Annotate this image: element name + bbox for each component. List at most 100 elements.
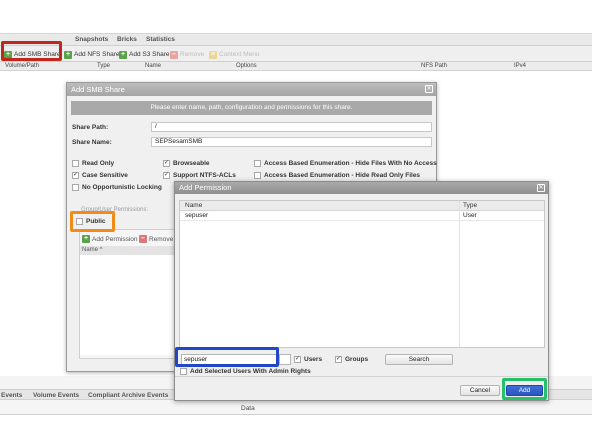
tab-compliant-archive-events[interactable]: Compliant Archive Events bbox=[88, 392, 168, 399]
abe-hide-read-only-label: Access Based Enumeration - Hide Read Onl… bbox=[264, 172, 421, 179]
add-permission-label: Add Permission bbox=[92, 235, 138, 243]
abe-hide-no-access-checkbox[interactable]: Access Based Enumeration - Hide Files Wi… bbox=[254, 160, 437, 167]
dialog-title-bar: Add Permission ✕ bbox=[175, 182, 548, 194]
case-sensitive-checkbox[interactable]: ✓ Case Sensitive bbox=[72, 172, 128, 179]
search-field-extension bbox=[279, 354, 291, 365]
plus-icon: + bbox=[119, 50, 127, 59]
abe-hide-no-access-label: Access Based Enumeration - Hide Files Wi… bbox=[264, 160, 437, 167]
browseable-label: Browseable bbox=[173, 160, 210, 167]
table-header: Name Type bbox=[180, 201, 544, 211]
remove-permission-label: Remove bbox=[149, 235, 174, 243]
cancel-button[interactable]: Cancel bbox=[460, 385, 500, 396]
add-nfs-share-button[interactable]: + Add NFS Share bbox=[64, 49, 120, 60]
tab-snapshots[interactable]: Snapshots bbox=[75, 36, 108, 43]
add-s3-share-button[interactable]: + Add S3 Share bbox=[119, 49, 169, 60]
checkmark-icon: ✓ bbox=[163, 160, 170, 167]
column-options[interactable]: Options bbox=[236, 63, 257, 69]
close-icon[interactable]: ✕ bbox=[537, 184, 545, 192]
minus-icon: – bbox=[139, 235, 147, 243]
dialog-title: Add SMB Share bbox=[71, 85, 125, 94]
plus-icon: + bbox=[64, 50, 72, 59]
column-divider bbox=[459, 201, 460, 349]
users-label: Users bbox=[304, 356, 323, 363]
row-name: sepuser bbox=[185, 212, 209, 219]
no-oplocks-label: No Opportunistic Locking bbox=[82, 184, 162, 191]
checkbox-box bbox=[72, 184, 79, 191]
tab-events[interactable]: Events bbox=[1, 392, 22, 399]
checkmark-icon: ✓ bbox=[294, 356, 301, 363]
groups-label: Groups bbox=[345, 356, 369, 363]
ntfs-acls-checkbox[interactable]: ✓ Support NTFS-ACLs bbox=[163, 172, 236, 179]
share-name-label: Share Name: bbox=[72, 139, 112, 146]
remove-button[interactable]: – Remove bbox=[170, 49, 204, 60]
admin-rights-checkbox[interactable]: Add Selected Users With Admin Rights bbox=[180, 368, 311, 375]
menu-icon: ≡ bbox=[209, 50, 217, 59]
close-icon[interactable]: ✕ bbox=[425, 85, 433, 93]
share-path-field[interactable]: / bbox=[151, 122, 432, 132]
plus-icon: + bbox=[4, 50, 12, 59]
checkmark-icon: ✓ bbox=[335, 356, 342, 363]
tab-statistics[interactable]: Statistics bbox=[146, 36, 175, 43]
share-path-label: Share Path: bbox=[72, 124, 109, 131]
checkmark-icon: ✓ bbox=[163, 172, 170, 179]
permissions-list bbox=[80, 255, 176, 355]
divider bbox=[175, 376, 548, 377]
user-search-input[interactable]: sepuser bbox=[181, 354, 289, 365]
add-s3-share-label: Add S3 Share bbox=[129, 51, 170, 58]
column-ipv4[interactable]: IPv4 bbox=[514, 63, 526, 69]
permission-results-table: Name Type sepuser User bbox=[179, 200, 545, 349]
groups-checkbox[interactable]: ✓ Groups bbox=[335, 356, 368, 363]
checkbox-box bbox=[254, 172, 261, 179]
add-smb-share-label: Add SMB Share bbox=[14, 51, 61, 58]
search-button[interactable]: Search bbox=[385, 354, 453, 365]
group-permissions-label: Group/User Permissions: bbox=[81, 207, 149, 213]
users-checkbox[interactable]: ✓ Users bbox=[294, 356, 322, 363]
context-menu-label: Context Menu bbox=[219, 51, 260, 58]
data-column-label: Data bbox=[241, 405, 255, 412]
top-tab-bar: Snapshots Bricks Statistics bbox=[0, 34, 592, 46]
remove-permission-button[interactable]: – Remove bbox=[139, 235, 173, 243]
tab-bricks[interactable]: Bricks bbox=[117, 36, 137, 43]
info-banner: Please enter name, path, configuration a… bbox=[71, 101, 432, 115]
column-nfs-path[interactable]: NFS Path bbox=[421, 63, 447, 69]
share-name-field[interactable]: SEPSesamSMB bbox=[151, 137, 432, 147]
read-only-checkbox[interactable]: Read Only bbox=[72, 160, 114, 167]
data-column-bar: Data bbox=[0, 400, 592, 415]
checkmark-icon: ✓ bbox=[72, 172, 79, 179]
add-permission-button[interactable]: + Add Permission bbox=[82, 235, 138, 243]
column-name[interactable]: Name bbox=[185, 202, 202, 209]
ntfs-acls-label: Support NTFS-ACLs bbox=[173, 172, 236, 179]
public-label: Public bbox=[86, 218, 106, 225]
tab-volume-events[interactable]: Volume Events bbox=[33, 392, 79, 399]
dialog-title: Add Permission bbox=[179, 183, 232, 192]
remove-label: Remove bbox=[180, 51, 205, 58]
read-only-label: Read Only bbox=[82, 160, 115, 167]
browseable-checkbox[interactable]: ✓ Browseable bbox=[163, 160, 210, 167]
add-nfs-share-label: Add NFS Share bbox=[74, 51, 120, 58]
checkbox-box bbox=[180, 368, 187, 375]
dialog-title-bar: Add SMB Share ✕ bbox=[67, 83, 436, 96]
column-type[interactable]: Type bbox=[463, 202, 477, 209]
column-volume-path[interactable]: Volume/Path bbox=[5, 63, 39, 69]
permissions-name-header[interactable]: Name ^ bbox=[80, 246, 176, 255]
table-row[interactable]: sepuser User bbox=[180, 211, 544, 221]
checkbox-box bbox=[254, 160, 261, 167]
add-button[interactable]: Add bbox=[506, 385, 543, 396]
column-name[interactable]: Name bbox=[145, 63, 161, 69]
checkbox-box bbox=[72, 160, 79, 167]
abe-hide-read-only-checkbox[interactable]: Access Based Enumeration - Hide Read Onl… bbox=[254, 172, 420, 179]
plus-icon: + bbox=[82, 235, 90, 243]
case-sensitive-label: Case Sensitive bbox=[82, 172, 128, 179]
admin-rights-label: Add Selected Users With Admin Rights bbox=[190, 368, 311, 375]
add-permission-dialog: Add Permission ✕ Name Type sepuser User … bbox=[174, 181, 549, 401]
column-type[interactable]: Type bbox=[97, 63, 110, 69]
no-oplocks-checkbox[interactable]: No Opportunistic Locking bbox=[72, 184, 162, 191]
add-smb-share-button[interactable]: + Add SMB Share bbox=[4, 49, 61, 60]
table-header: Volume/Path Type Name Options NFS Path I… bbox=[0, 62, 592, 71]
context-menu-button[interactable]: ≡ Context Menu bbox=[209, 49, 259, 60]
minus-icon: – bbox=[170, 50, 178, 59]
public-checkbox[interactable]: Public bbox=[76, 218, 106, 225]
row-type: User bbox=[463, 212, 477, 219]
checkbox-box bbox=[76, 218, 83, 225]
toolbar: + Add SMB Share + Add NFS Share + Add S3… bbox=[0, 46, 592, 62]
